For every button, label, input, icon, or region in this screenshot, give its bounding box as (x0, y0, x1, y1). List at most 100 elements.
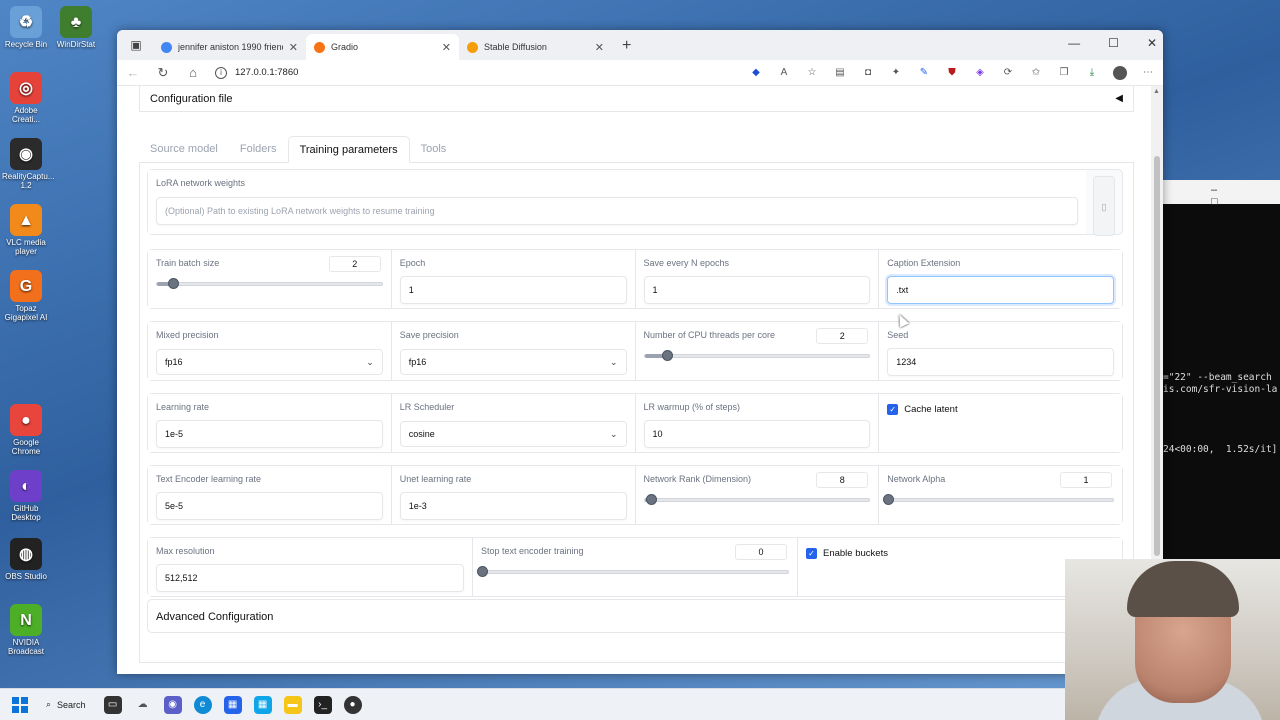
stop-text-encoder-slider[interactable] (477, 566, 789, 577)
checkmark-icon[interactable]: ✓ (806, 548, 817, 559)
slider-knob[interactable] (883, 494, 895, 505)
favorite-add-icon[interactable]: ☆ (805, 66, 819, 80)
sidebar-toggle-icon[interactable]: ▣ (125, 34, 147, 56)
weather-icon[interactable]: ☁ (134, 696, 152, 714)
scroll-up-icon[interactable]: ▲ (1153, 88, 1160, 95)
explorer-icon[interactable]: ▬ (283, 695, 302, 714)
file-browse-icon[interactable]: ▯ (1093, 176, 1115, 236)
save-precision-select[interactable]: fp16 ⌄ (399, 349, 627, 375)
new-tab-button[interactable]: + (622, 37, 631, 55)
profile-avatar[interactable] (1113, 65, 1127, 80)
mixed-precision-select[interactable]: fp16 ⌄ (156, 349, 383, 375)
lora-weights-input[interactable]: (Optional) Path to existing LoRA network… (156, 197, 1078, 225)
browser-tab[interactable]: Stable Diffusion ✕ (459, 34, 612, 60)
extension-c-icon[interactable]: ✎ (917, 66, 931, 80)
epoch-input[interactable]: 1 (399, 276, 627, 304)
back-icon[interactable]: ← (125, 65, 141, 80)
max-resolution-input[interactable]: 512,512 (156, 564, 464, 592)
ublock-icon[interactable]: ⛊ (945, 66, 959, 80)
close-window-icon[interactable]: ✕ (1147, 36, 1157, 50)
network-alpha-number[interactable]: 1 (1060, 472, 1112, 488)
lr-warmup-input[interactable]: 10 (643, 420, 871, 448)
browser-tab[interactable]: jennifer aniston 1990 friends - Go ✕ (153, 34, 306, 60)
desktop-icon[interactable]: ◍ OBS Studio (2, 538, 50, 581)
extension-b-icon[interactable]: ✦ (889, 66, 903, 80)
train-batch-size-slider[interactable] (156, 278, 383, 289)
unet-lr-input[interactable]: 1e-3 (399, 492, 627, 520)
desktop-icon[interactable]: ◐ GitHub Desktop (2, 470, 50, 522)
network-rank-slider[interactable] (643, 494, 871, 505)
maximize-icon[interactable]: ☐ (1108, 36, 1119, 50)
network-alpha-slider[interactable] (883, 494, 1114, 505)
refresh-ext-icon[interactable]: ⟳ (1001, 66, 1015, 80)
cpu-threads-slider[interactable] (643, 350, 871, 361)
home-icon[interactable]: ⌂ (185, 65, 201, 80)
tag-icon[interactable]: ◆ (749, 66, 763, 80)
desktop-icon[interactable]: G Topaz Gigapixel AI (2, 270, 50, 322)
read-aloud-icon[interactable]: A (777, 66, 791, 80)
taskbar-search[interactable]: ⌕ Search (40, 699, 92, 710)
desktop-icon[interactable]: ◎ Adobe Creati... (2, 72, 50, 124)
network-rank-number[interactable]: 8 (816, 472, 869, 488)
edge-icon[interactable]: e (193, 695, 212, 714)
site-info-icon[interactable]: i (215, 66, 227, 79)
chevron-down-icon: ⌄ (366, 357, 374, 367)
slider-knob[interactable] (167, 278, 179, 289)
desktop-icon[interactable]: ♻ Recycle Bin (2, 6, 50, 49)
advanced-configuration-accordion[interactable]: Advanced Configuration (147, 599, 1123, 633)
tab-tools[interactable]: Tools (410, 136, 458, 163)
minimize-icon[interactable]: — (1068, 36, 1080, 50)
collections-icon[interactable]: ❐ (1057, 66, 1071, 80)
refresh-icon[interactable]: ↻ (155, 65, 171, 81)
close-tab-icon[interactable]: ✕ (442, 41, 451, 54)
url-text[interactable]: 127.0.0.1:7860 (235, 67, 298, 78)
task-view-icon[interactable]: ▭ (103, 695, 122, 714)
browser-tab[interactable]: Gradio ✕ (306, 34, 459, 60)
apps-icon[interactable]: ▦ (253, 695, 272, 714)
extension-a-icon[interactable]: ▤ (833, 66, 847, 80)
store-icon[interactable]: ▦ (223, 695, 242, 714)
github-icon[interactable]: ● (343, 695, 362, 714)
tab-folders[interactable]: Folders (229, 136, 288, 163)
cache-latent-checkbox[interactable]: ✓ Cache latent (887, 404, 1114, 415)
learning-rate-input[interactable]: 1e-5 (156, 420, 383, 448)
more-icon[interactable]: ⋯ (1141, 66, 1155, 80)
desktop-icon-windirstat[interactable]: ♣ WinDirStat (52, 6, 100, 49)
text-encoder-lr-input[interactable]: 5e-5 (156, 492, 383, 520)
desktop-icon[interactable]: ▲ VLC media player (2, 204, 50, 256)
scrollbar-thumb[interactable] (1154, 156, 1160, 556)
configuration-file-accordion[interactable]: Configuration file ◀ (139, 86, 1134, 112)
tab-source-model[interactable]: Source model (139, 136, 229, 163)
desktop-icon[interactable]: ● Google Chrome (2, 404, 50, 456)
favorites-icon[interactable]: ✩ (1029, 66, 1043, 80)
favicon-icon (161, 41, 172, 53)
desktop-icon[interactable]: N NVIDIA Broadcast (2, 604, 50, 656)
downloads-icon[interactable]: ⤓ (1085, 66, 1099, 80)
windows-start-icon[interactable] (12, 696, 28, 713)
slider-knob[interactable] (661, 350, 673, 361)
close-tab-icon[interactable]: ✕ (289, 41, 298, 54)
terminal-controls[interactable]: –□ (1211, 184, 1280, 208)
terminal-window[interactable]: –□ ="22" --beam_search is.com/sfr-vision… (1163, 180, 1280, 560)
close-tab-icon[interactable]: ✕ (595, 41, 604, 54)
lr-scheduler-select[interactable]: cosine ⌄ (399, 421, 627, 447)
terminal-icon[interactable]: ›_ (313, 695, 332, 714)
checkmark-icon[interactable]: ✓ (887, 404, 899, 415)
browser-window[interactable]: ▣ jennifer aniston 1990 friends - Go✕Gra… (117, 30, 1163, 674)
caption-extension-input[interactable]: .txt (887, 276, 1114, 304)
tab-training-parameters[interactable]: Training parameters (287, 136, 410, 163)
seed-input[interactable]: 1234 (887, 348, 1114, 376)
train-batch-size-number[interactable]: 2 (328, 256, 381, 272)
enable-buckets-checkbox[interactable]: ✓ Enable buckets (806, 548, 1114, 559)
cpu-threads-number[interactable]: 2 (816, 328, 869, 344)
stop-text-encoder-number[interactable]: 0 (735, 544, 787, 560)
chat-icon[interactable]: ◉ (163, 695, 182, 714)
save-every-n-epochs-input[interactable]: 1 (643, 276, 871, 304)
address-bar[interactable]: i 127.0.0.1:7860 (215, 66, 735, 79)
extension-d-icon[interactable]: ◈ (973, 66, 987, 80)
collapse-triangle-icon[interactable]: ◀ (1115, 93, 1123, 104)
desktop-icon[interactable]: ◉ RealityCaptu... 1.2 (2, 138, 54, 190)
slider-knob[interactable] (477, 566, 488, 577)
slider-knob[interactable] (646, 494, 658, 505)
camera-icon[interactable]: ◘ (861, 66, 875, 80)
